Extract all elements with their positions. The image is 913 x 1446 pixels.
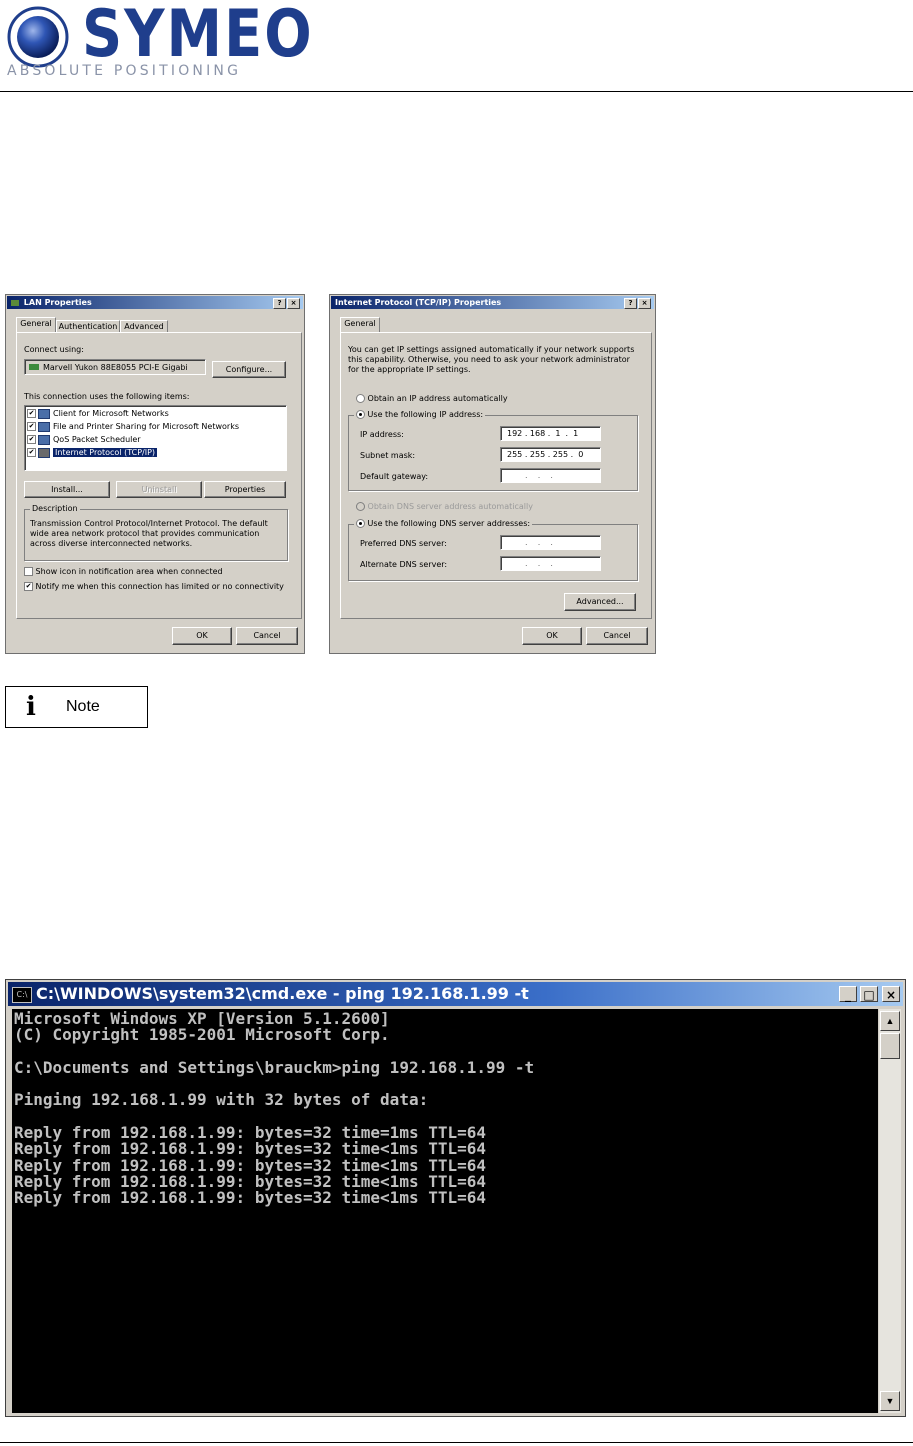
note-label: Note xyxy=(66,698,100,715)
cmd-title: C:\WINDOWS\system32\cmd.exe - ping 192.1… xyxy=(36,984,529,1003)
subnet-mask-label: Subnet mask: xyxy=(360,451,416,460)
client-icon xyxy=(38,408,50,419)
radio[interactable] xyxy=(356,519,365,528)
footer-divider xyxy=(0,1442,913,1443)
network-icon xyxy=(11,299,19,306)
default-gateway-label: Default gateway: xyxy=(360,472,429,481)
help-button[interactable]: ? xyxy=(273,298,286,309)
console-text: Microsoft Windows XP [Version 5.1.2600] … xyxy=(14,1009,535,1208)
cmd-icon: C:\ xyxy=(12,987,32,1003)
checkbox[interactable] xyxy=(24,567,33,576)
obtain-ip-auto-option[interactable]: Obtain an IP address automatically xyxy=(356,394,508,403)
subnet-mask-field[interactable]: 255 . 255 . 255 . 0 xyxy=(500,447,601,462)
cancel-button[interactable]: Cancel xyxy=(586,627,648,645)
intro-text: You can get IP settings assigned automat… xyxy=(348,345,635,374)
install-button[interactable]: Install... xyxy=(24,481,110,498)
adapter-field: Marvell Yukon 88E8055 PCI-E Gigabi xyxy=(24,359,206,375)
symeo-logo-icon xyxy=(7,6,69,68)
checkbox[interactable]: ✔ xyxy=(27,435,36,444)
close-button[interactable]: × xyxy=(638,298,651,309)
use-following-dns-option[interactable]: Use the following DNS server addresses: xyxy=(354,519,533,528)
checkbox[interactable]: ✔ xyxy=(27,448,36,457)
list-item[interactable]: ✔ Client for Microsoft Networks xyxy=(27,407,169,420)
use-following-ip-option[interactable]: Use the following IP address: xyxy=(354,410,486,419)
list-item[interactable]: ✔ File and Printer Sharing for Microsoft … xyxy=(27,420,239,433)
cmd-window: C:\ C:\WINDOWS\system32\cmd.exe - ping 1… xyxy=(5,979,906,1417)
checkbox[interactable]: ✔ xyxy=(24,582,33,591)
ok-button[interactable]: OK xyxy=(172,627,232,645)
tab-general[interactable]: General xyxy=(340,317,380,332)
alternate-dns-label: Alternate DNS server: xyxy=(360,560,448,569)
dns-group xyxy=(348,524,638,581)
obtain-dns-auto-option[interactable]: Obtain DNS server address automatically xyxy=(356,502,533,511)
tcpip-dialog-title: Internet Protocol (TCP/IP) Properties xyxy=(335,298,502,307)
items-label: This connection uses the following items… xyxy=(24,392,190,401)
radio[interactable] xyxy=(356,502,365,511)
show-icon-option[interactable]: Show icon in notification area when conn… xyxy=(24,567,223,576)
description-text: Transmission Control Protocol/Internet P… xyxy=(30,519,268,548)
logo-tagline: ABSOLUTE POSITIONING xyxy=(7,63,242,79)
configure-button[interactable]: Configure... xyxy=(212,361,286,378)
qos-icon xyxy=(38,434,50,445)
properties-button[interactable]: Properties xyxy=(204,481,286,498)
radio[interactable] xyxy=(356,394,365,403)
alternate-dns-field[interactable]: . . . xyxy=(500,556,601,571)
console-output[interactable]: Microsoft Windows XP [Version 5.1.2600] … xyxy=(12,1009,878,1413)
advanced-button[interactable]: Advanced... xyxy=(564,593,636,611)
tcpip-properties-dialog: Internet Protocol (TCP/IP) Properties ? … xyxy=(329,294,656,654)
checkbox[interactable]: ✔ xyxy=(27,422,36,431)
preferred-dns-field[interactable]: . . . xyxy=(500,535,601,550)
close-button[interactable]: × xyxy=(882,986,900,1002)
logo-wordmark: SYMEO xyxy=(82,0,314,72)
sharing-icon xyxy=(38,421,50,432)
tab-general[interactable]: General xyxy=(16,317,56,332)
cmd-titlebar: C:\ C:\WINDOWS\system32\cmd.exe - ping 1… xyxy=(8,982,903,1006)
scroll-down-button[interactable]: ▼ xyxy=(880,1391,900,1411)
scroll-up-button[interactable]: ▲ xyxy=(880,1011,900,1031)
ok-button[interactable]: OK xyxy=(522,627,582,645)
radio[interactable] xyxy=(356,410,365,419)
adapter-name: Marvell Yukon 88E8055 PCI-E Gigabi xyxy=(43,363,188,372)
default-gateway-field[interactable]: . . . xyxy=(500,468,601,483)
help-button[interactable]: ? xyxy=(624,298,637,309)
checkbox[interactable]: ✔ xyxy=(27,409,36,418)
protocol-icon xyxy=(38,447,50,458)
close-button[interactable]: × xyxy=(287,298,300,309)
lan-dialog-title: LAN Properties xyxy=(23,298,92,307)
list-item[interactable]: ✔ QoS Packet Scheduler xyxy=(27,433,141,446)
vertical-scrollbar[interactable]: ▲ ▼ xyxy=(879,1009,901,1413)
info-icon: i xyxy=(26,692,36,722)
maximize-button[interactable]: □ xyxy=(860,986,878,1002)
scroll-thumb[interactable] xyxy=(880,1033,900,1059)
note-box: i Note xyxy=(5,686,148,728)
ip-address-label: IP address: xyxy=(360,430,404,439)
notify-option[interactable]: ✔ Notify me when this connection has lim… xyxy=(24,582,284,591)
connect-using-label: Connect using: xyxy=(24,345,84,354)
list-item[interactable]: ✔ Internet Protocol (TCP/IP) xyxy=(27,446,158,459)
tcpip-dialog-titlebar: Internet Protocol (TCP/IP) Properties ? … xyxy=(331,296,654,309)
cancel-button[interactable]: Cancel xyxy=(236,627,298,645)
items-list: ✔ Client for Microsoft Networks ✔ File and… xyxy=(24,405,287,471)
ip-address-field[interactable]: 192 . 168 . 1 . 1 xyxy=(500,426,601,441)
preferred-dns-label: Preferred DNS server: xyxy=(360,539,447,548)
minimize-button[interactable]: _ xyxy=(839,986,857,1002)
uninstall-button[interactable]: Uninstall xyxy=(116,481,202,498)
lan-properties-dialog: LAN Properties ? × General Authenticatio… xyxy=(5,294,305,654)
adapter-icon xyxy=(29,364,39,370)
description-label: Description xyxy=(30,504,80,513)
header-divider xyxy=(0,91,913,92)
lan-dialog-titlebar: LAN Properties ? × xyxy=(7,296,303,309)
